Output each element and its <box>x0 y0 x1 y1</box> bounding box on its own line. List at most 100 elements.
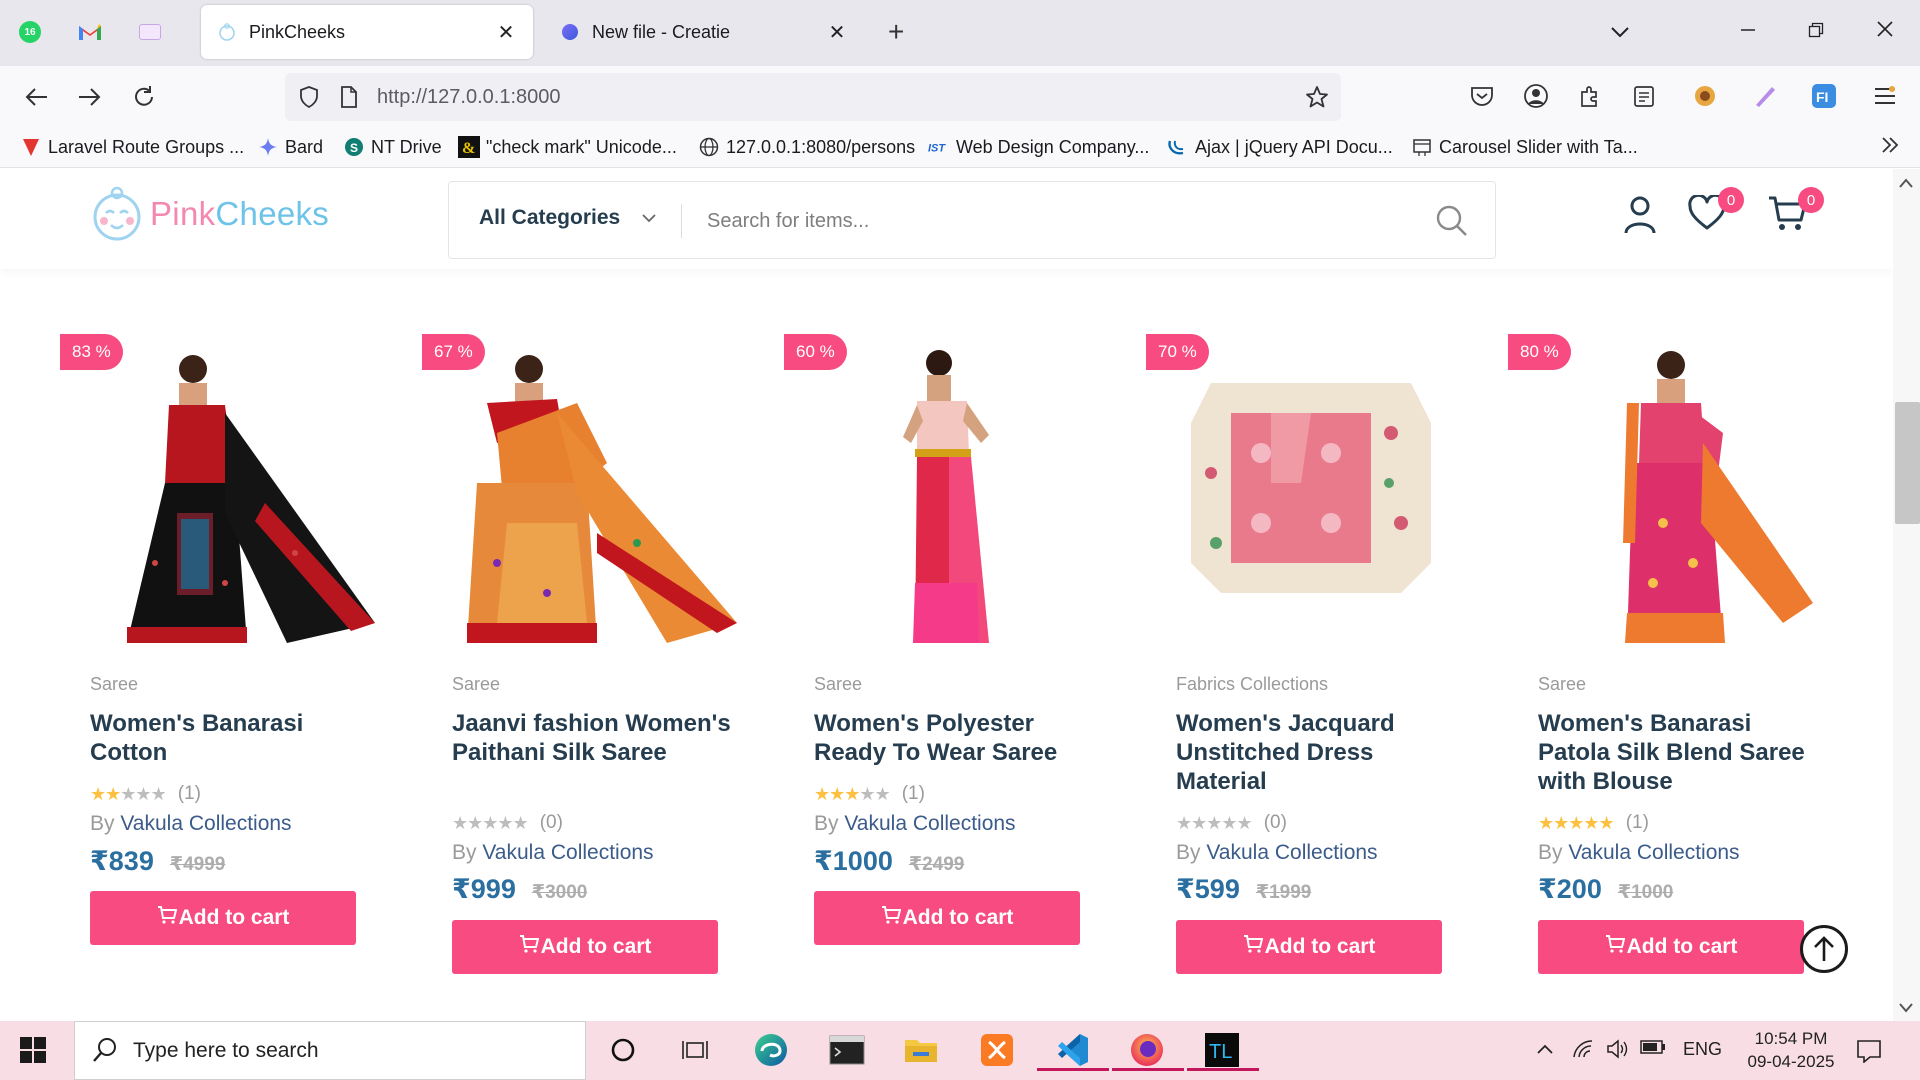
vendor-link[interactable]: Vakula Collections <box>844 812 1015 835</box>
reload-icon[interactable] <box>127 80 161 114</box>
show-hidden-icons-chevron-icon[interactable] <box>1536 1039 1554 1060</box>
product-name[interactable]: Jaanvi fashion Women's Paithani Silk Sar… <box>452 709 742 767</box>
bookmark-nt-drive[interactable]: S NT Drive <box>343 136 442 158</box>
address-bar[interactable]: http://127.0.0.1:8000 <box>285 73 1341 121</box>
firefox-icon[interactable] <box>1112 1029 1184 1071</box>
product-image-black-red-saree[interactable] <box>70 338 380 648</box>
tab-new-file-creatie[interactable]: New file - Creatie ✕ <box>544 5 864 59</box>
taskbar-clock[interactable]: 10:54 PM 09-04-2025 <box>1736 1027 1846 1073</box>
bookmark-star-icon[interactable] <box>1305 85 1329 109</box>
task-view-icon[interactable] <box>674 1029 716 1071</box>
windows-start-icon[interactable] <box>20 1037 46 1063</box>
vscode-icon[interactable] <box>1037 1029 1109 1071</box>
pen-extension-icon[interactable] <box>1750 81 1780 111</box>
language-indicator[interactable]: ENG <box>1683 1039 1722 1060</box>
product-name[interactable]: Women's Jacquard Unstitched Dress Materi… <box>1176 709 1466 796</box>
cart-icon[interactable]: 0 <box>1768 187 1824 235</box>
page-icon[interactable] <box>337 85 361 109</box>
search-icon[interactable] <box>1435 204 1471 240</box>
page-scrollbar[interactable] <box>1893 169 1920 1021</box>
svg-text:S: S <box>350 141 358 155</box>
search-input[interactable] <box>707 200 1407 242</box>
terminal-icon[interactable] <box>826 1029 868 1071</box>
bookmark-persons[interactable]: 127.0.0.1:8080/persons <box>698 136 915 158</box>
account-icon[interactable] <box>1521 81 1551 111</box>
product-category[interactable]: Saree <box>814 674 862 695</box>
extensions-puzzle-icon[interactable] <box>1575 81 1605 111</box>
menu-icon[interactable] <box>1870 81 1900 111</box>
product-price: ₹999 ₹3000 <box>452 874 587 905</box>
scroll-up-arrow-icon[interactable] <box>1899 175 1913 191</box>
xampp-icon[interactable] <box>976 1029 1018 1071</box>
site-logo[interactable]: PinkCheeks <box>88 185 329 243</box>
vendor-link[interactable]: Vakula Collections <box>482 841 653 864</box>
scrollbar-thumb[interactable] <box>1895 402 1920 524</box>
tab-title: PinkCheeks <box>249 21 346 42</box>
vendor-link[interactable]: Vakula Collections <box>1206 841 1377 864</box>
restore-icon[interactable] <box>1808 18 1824 44</box>
pocket-icon[interactable] <box>1467 81 1497 111</box>
product-image-pink-orange-patola-saree[interactable] <box>1518 338 1828 648</box>
product-name[interactable]: Women's Polyester Ready To Wear Saree <box>814 709 1104 767</box>
current-price: ₹1000 <box>814 846 893 876</box>
file-explorer-icon[interactable] <box>900 1029 942 1071</box>
product-category[interactable]: Saree <box>90 674 138 695</box>
wifi-icon[interactable] <box>1572 1039 1596 1064</box>
scroll-to-top-button[interactable] <box>1800 925 1848 973</box>
close-tab-icon[interactable]: ✕ <box>824 19 850 45</box>
product-category[interactable]: Saree <box>452 674 500 695</box>
bookmark-check-mark[interactable]: & "check mark" Unicode... <box>458 136 677 158</box>
bookmark-carousel[interactable]: Carousel Slider with Ta... <box>1411 136 1638 158</box>
product-image-orange-paithani-saree[interactable] <box>432 338 742 648</box>
volume-icon[interactable] <box>1606 1039 1630 1064</box>
edge-icon[interactable] <box>750 1029 792 1071</box>
sparkle-extension-icon[interactable] <box>1690 81 1720 111</box>
add-to-cart-button[interactable]: Add to cart <box>814 891 1080 945</box>
minimize-icon[interactable] <box>1740 18 1756 44</box>
close-tab-icon[interactable]: ✕ <box>493 19 519 45</box>
product-rating: ★★★★★ (0) <box>452 812 563 834</box>
fi-extension-icon[interactable]: FI <box>1809 81 1839 111</box>
back-arrow-icon[interactable] <box>20 80 54 114</box>
add-to-cart-button[interactable]: Add to cart <box>452 920 718 974</box>
tl-app-icon[interactable]: TL <box>1187 1029 1259 1071</box>
product-name[interactable]: Women's Banarasi Patola Silk Blend Saree… <box>1538 709 1828 796</box>
scroll-down-arrow-icon[interactable] <box>1899 1000 1913 1016</box>
vendor-link[interactable]: Vakula Collections <box>120 812 291 835</box>
whatsapp-pinned-tab[interactable]: 16 <box>14 16 46 48</box>
vendor-link[interactable]: Vakula Collections <box>1568 841 1739 864</box>
bookmark-web-design[interactable]: IST Web Design Company... <box>928 136 1149 158</box>
bookmark-jquery[interactable]: Ajax | jQuery API Docu... <box>1167 136 1393 158</box>
vendor-line: By Vakula Collections <box>90 812 292 835</box>
more-bookmarks-chevron-icon[interactable] <box>1880 136 1900 154</box>
gmail-pinned-tab[interactable] <box>74 16 106 48</box>
add-to-cart-button[interactable]: Add to cart <box>90 891 356 945</box>
forward-arrow-icon[interactable] <box>72 80 106 114</box>
wishlist-heart-icon[interactable]: 0 <box>1688 187 1744 235</box>
notifications-icon[interactable] <box>1856 1039 1882 1068</box>
shield-icon[interactable] <box>297 85 321 109</box>
account-user-icon[interactable] <box>1622 195 1662 235</box>
yahoo-pinned-tab[interactable] <box>134 16 166 48</box>
product-category[interactable]: Fabrics Collections <box>1176 674 1328 695</box>
drive-icon: S <box>343 136 365 158</box>
svg-text:IST: IST <box>928 143 946 154</box>
add-to-cart-button[interactable]: Add to cart <box>1538 920 1804 974</box>
product-image-pink-dress-material[interactable] <box>1156 338 1466 648</box>
notes-icon[interactable] <box>1629 81 1659 111</box>
product-name[interactable]: Women's Banarasi Cotton <box>90 709 380 767</box>
category-select[interactable]: All Categories <box>479 206 656 230</box>
bookmark-bard[interactable]: Bard <box>257 136 323 158</box>
product-image-pink-red-saree[interactable] <box>794 338 1104 648</box>
bookmark-laravel[interactable]: Laravel Route Groups ... <box>20 136 244 158</box>
tab-pinkcheeks[interactable]: PinkCheeks ✕ <box>201 5 533 59</box>
new-tab-plus-icon[interactable]: + <box>888 18 904 46</box>
close-window-icon[interactable] <box>1876 18 1894 44</box>
active-app-indicator <box>1187 1068 1259 1071</box>
battery-icon[interactable] <box>1640 1039 1666 1060</box>
product-category[interactable]: Saree <box>1538 674 1586 695</box>
list-all-tabs-chevron-icon[interactable] <box>1610 18 1630 44</box>
taskbar-search-box[interactable]: Type here to search <box>74 1021 586 1080</box>
add-to-cart-button[interactable]: Add to cart <box>1176 920 1442 974</box>
cortana-circle-icon[interactable] <box>602 1029 644 1071</box>
